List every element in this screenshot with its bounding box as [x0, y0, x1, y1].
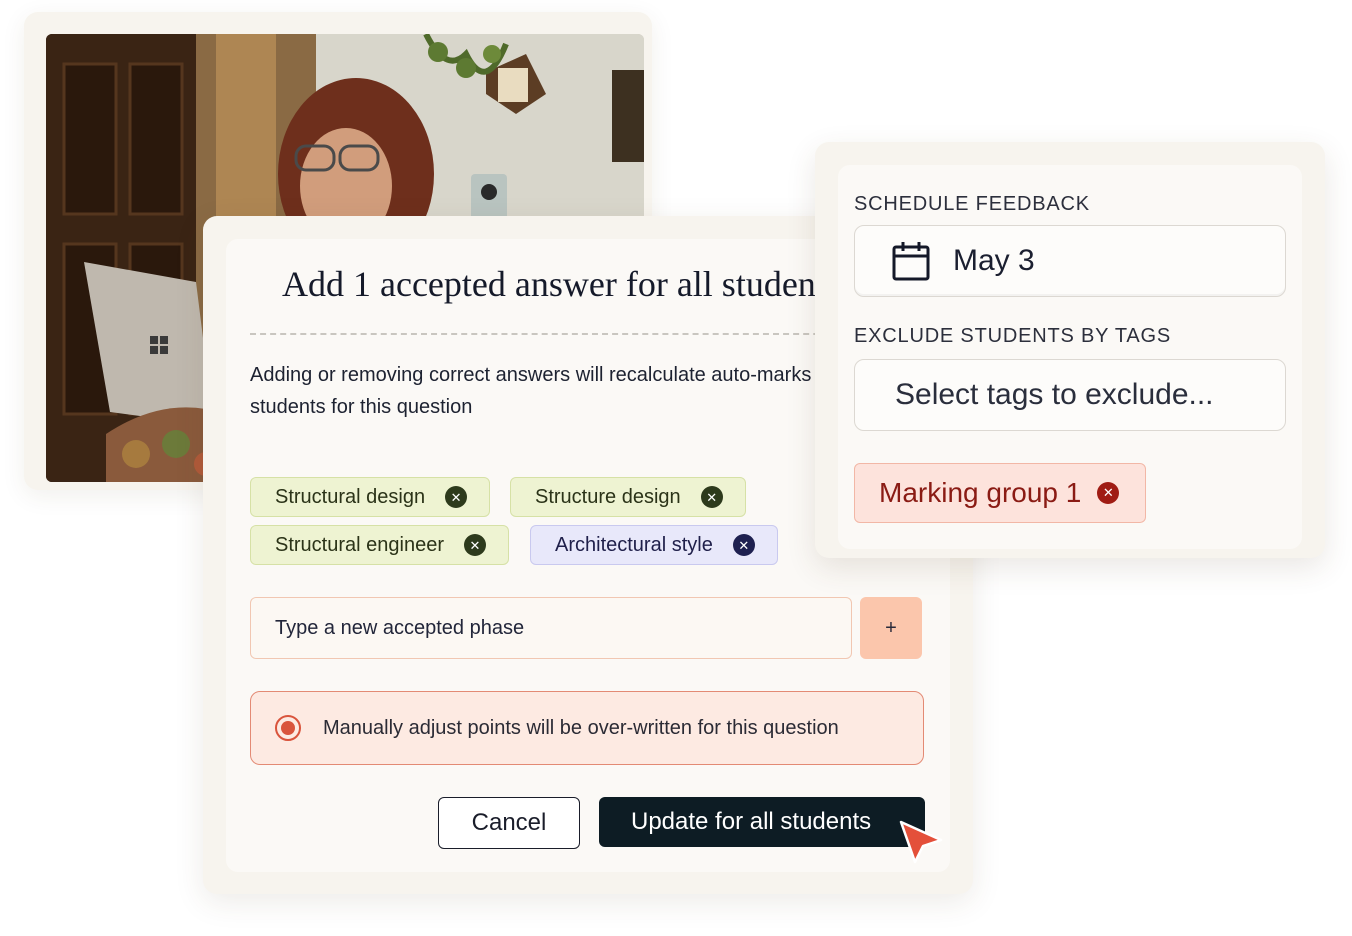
add-phase-button[interactable]: + [860, 597, 922, 659]
schedule-panel-frame: SCHEDULE FEEDBACK May 3 EXCLUDE STUDENTS… [815, 142, 1325, 558]
accepted-tag: Structural design ✕ [250, 477, 491, 517]
schedule-feedback-label: SCHEDULE FEEDBACK [854, 193, 1090, 215]
radio-selected-icon [275, 715, 301, 741]
tag-label: Architectural style [555, 533, 713, 556]
excluded-tag-chip: Marking group 1 ✕ [854, 463, 1147, 523]
close-circle-icon[interactable]: ✕ [700, 486, 723, 508]
excluded-tag-label: Marking group 1 [879, 477, 1082, 508]
feedback-date-value: May 3 [953, 244, 1035, 277]
accepted-phase-input[interactable] [250, 597, 852, 659]
calendar-icon [892, 242, 930, 281]
cancel-button[interactable]: Cancel [438, 797, 580, 849]
pointer-cursor-icon [899, 820, 943, 864]
accepted-tag: Structure design ✕ [510, 477, 746, 517]
feedback-date-field[interactable]: May 3 [854, 225, 1286, 297]
warning-text: Manually adjust points will be over-writ… [323, 716, 839, 739]
overwrite-warning: Manually adjust points will be over-writ… [250, 691, 924, 765]
update-all-students-button[interactable]: Update for all students [599, 797, 925, 847]
tag-label: Structural engineer [275, 533, 444, 556]
close-circle-icon[interactable]: ✕ [463, 534, 486, 556]
close-circle-icon[interactable]: ✕ [445, 486, 468, 508]
schedule-panel: SCHEDULE FEEDBACK May 3 EXCLUDE STUDENTS… [838, 165, 1302, 549]
tag-label: Structure design [535, 485, 681, 508]
exclude-tags-select[interactable] [854, 359, 1286, 431]
close-circle-icon[interactable]: ✕ [1097, 482, 1120, 504]
tag-label: Structural design [275, 485, 426, 508]
dialog-title: Add 1 accepted answer for all students [282, 264, 840, 304]
close-circle-icon[interactable]: ✕ [732, 534, 755, 556]
exclude-students-label: EXCLUDE STUDENTS BY TAGS [854, 325, 1172, 347]
accepted-tag: Structural engineer ✕ [250, 525, 509, 565]
accepted-tag: Architectural style ✕ [530, 525, 778, 565]
